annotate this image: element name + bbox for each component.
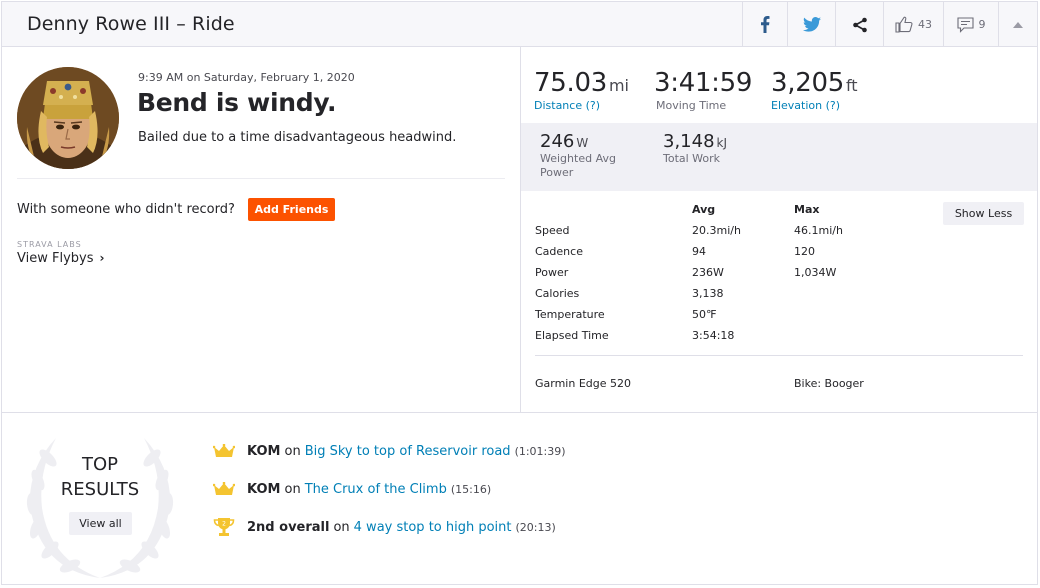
elevation-value: 3,205 xyxy=(771,68,844,98)
collapse-button[interactable] xyxy=(998,2,1037,47)
power-label-1: Weighted Avg xyxy=(540,152,616,165)
segment-time: (1:01:39) xyxy=(514,444,566,458)
activity-title: Bend is windy. xyxy=(137,88,337,117)
kudos-count: 43 xyxy=(918,18,932,31)
caret-up-icon xyxy=(1013,21,1023,28)
row-label: Elapsed Time xyxy=(535,329,609,342)
row-avg: 50℉ xyxy=(692,308,717,321)
view-flybys-label: View Flybys xyxy=(17,251,94,266)
kudos-button[interactable]: 43 xyxy=(883,2,943,47)
segment-link[interactable]: Big Sky to top of Reservoir road xyxy=(305,444,511,459)
work-label: Total Work xyxy=(663,152,721,165)
segment-link[interactable]: The Crux of the Climb xyxy=(305,482,447,497)
row-label: Cadence xyxy=(535,245,583,258)
stat-weighted-power: 246 W Weighted Avg Power xyxy=(540,131,616,180)
power-unit: W xyxy=(576,136,589,150)
row-avg: 3:54:18 xyxy=(692,329,735,342)
view-all-button[interactable]: View all xyxy=(69,512,132,535)
power-value: 246 xyxy=(540,131,575,152)
achievement-item: KOM on The Crux of the Climb (15:16) xyxy=(213,479,491,499)
facebook-icon xyxy=(761,16,770,33)
distance-label[interactable]: Distance (?) xyxy=(534,99,629,112)
achievement-on: on xyxy=(284,481,301,497)
svg-text:2: 2 xyxy=(222,521,226,528)
moving-time-label: Moving Time xyxy=(656,99,727,112)
activity-time: 9:39 AM on Saturday, February 1, 2020 xyxy=(138,71,355,84)
row-label: Calories xyxy=(535,287,580,300)
elevation-unit: ft xyxy=(845,76,858,95)
row-label: Power xyxy=(535,266,569,279)
row-max: 120 xyxy=(794,245,815,258)
top-results-line-2: RESULTS xyxy=(60,479,140,500)
section-divider xyxy=(2,412,1037,413)
divider xyxy=(17,178,505,179)
achievement-kind: KOM xyxy=(247,481,281,497)
top-results-line-1: TOP xyxy=(81,454,119,475)
stat-moving-time: 3:41:59 Moving Time xyxy=(654,68,752,112)
bike-name: Bike: Booger xyxy=(794,377,864,390)
device-name: Garmin Edge 520 xyxy=(535,377,632,390)
row-avg: 94 xyxy=(692,245,706,258)
distance-unit: mi xyxy=(608,76,629,95)
segment-link[interactable]: 4 way stop to high point xyxy=(354,520,512,535)
achievement-kind: 2nd overall xyxy=(247,519,330,535)
crown-icon xyxy=(213,480,235,498)
activity-header: Denny Rowe III – Ride 43 9 xyxy=(2,2,1037,47)
twitter-icon xyxy=(802,17,821,32)
divider xyxy=(535,355,1023,356)
facebook-share-button[interactable] xyxy=(742,2,787,47)
col-header-max: Max xyxy=(794,203,820,216)
col-header-avg: Avg xyxy=(692,203,716,216)
power-label-2: Power xyxy=(540,166,574,179)
comments-button[interactable]: 9 xyxy=(943,2,998,47)
top-results-title: TOP RESULTS xyxy=(50,452,150,502)
activity-description: Bailed due to a time disadvantageous hea… xyxy=(138,130,457,145)
athlete-avatar[interactable] xyxy=(17,67,119,169)
add-friends-button[interactable]: Add Friends xyxy=(248,198,335,221)
crown-icon xyxy=(213,442,235,460)
row-avg: 236W xyxy=(692,266,724,279)
row-label: Temperature xyxy=(535,308,605,321)
stat-distance: 75.03 mi Distance (?) xyxy=(534,68,629,112)
work-value: 3,148 xyxy=(663,131,715,152)
show-less-button[interactable]: Show Less xyxy=(943,202,1024,225)
row-label: Speed xyxy=(535,224,570,237)
stat-elevation: 3,205 ft Elevation (?) xyxy=(771,68,858,112)
achievement-on: on xyxy=(333,519,350,535)
page-title: Denny Rowe III – Ride xyxy=(27,13,235,35)
thumbs-up-icon xyxy=(895,16,913,33)
share-button[interactable] xyxy=(835,2,883,47)
twitter-share-button[interactable] xyxy=(787,2,835,47)
view-flybys-link[interactable]: View Flybys › xyxy=(17,251,104,266)
achievement-kind: KOM xyxy=(247,443,281,459)
achievement-on: on xyxy=(284,443,301,459)
activity-card: Denny Rowe III – Ride 43 9 9:39 AM on Sa… xyxy=(1,1,1038,585)
row-max: 46.1mi/h xyxy=(794,224,843,237)
distance-value: 75.03 xyxy=(534,68,607,98)
avatar-image xyxy=(17,67,119,169)
row-avg: 3,138 xyxy=(692,287,724,300)
comment-icon xyxy=(956,16,974,33)
with-someone-prompt: With someone who didn't record? xyxy=(17,202,235,217)
row-avg: 20.3mi/h xyxy=(692,224,741,237)
moving-time-value: 3:41:59 xyxy=(654,68,753,98)
comments-count: 9 xyxy=(978,18,986,31)
panel-divider xyxy=(520,47,521,412)
chevron-right-icon: › xyxy=(99,251,105,265)
row-max: 1,034W xyxy=(794,266,837,279)
strava-labs-label: STRAVA LABS xyxy=(17,240,82,249)
share-icon xyxy=(852,17,867,32)
segment-time: (20:13) xyxy=(515,520,556,534)
achievement-item: 2 2nd overall on 4 way stop to high poin… xyxy=(213,517,556,537)
work-unit: kJ xyxy=(716,136,728,150)
achievement-item: KOM on Big Sky to top of Reservoir road … xyxy=(213,441,566,461)
trophy-icon: 2 xyxy=(213,518,235,536)
stat-total-work: 3,148 kJ Total Work xyxy=(663,131,727,166)
elevation-label[interactable]: Elevation (?) xyxy=(771,99,858,112)
segment-time: (15:16) xyxy=(450,482,492,496)
